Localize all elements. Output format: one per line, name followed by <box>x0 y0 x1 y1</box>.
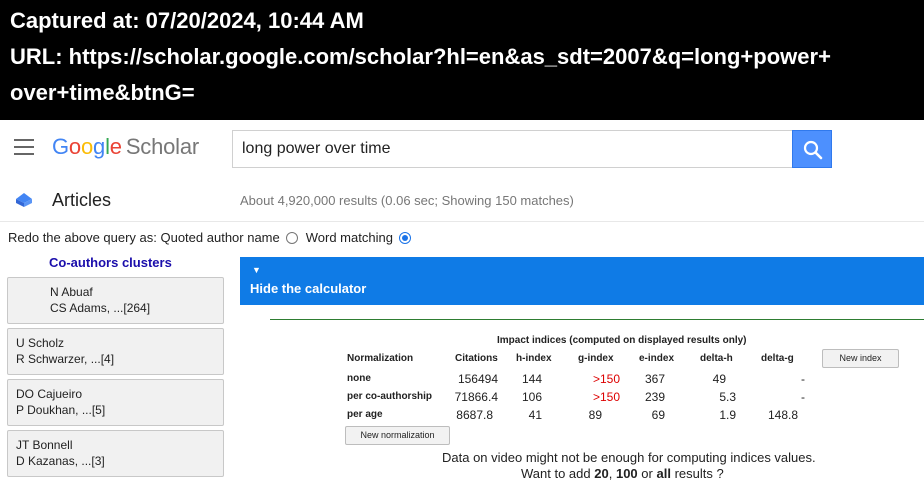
column-header: e-index <box>639 353 675 364</box>
impact-caption: Impact indices (computed on displayed re… <box>497 335 747 346</box>
redo-label: Redo the above query as: Quoted author n… <box>8 230 280 245</box>
cluster-item[interactable]: N Abuaf CS Adams, ...[264] <box>7 277 224 324</box>
cluster-item[interactable]: DO Cajueiro P Doukhan, ...[5] <box>7 379 224 426</box>
hide-calculator-toggle[interactable]: ▼ Hide the calculator <box>240 257 924 305</box>
search-button[interactable] <box>792 130 832 168</box>
column-header: h-index <box>516 353 552 364</box>
impact-calculator: ▼ Hide the calculator Impact indices (co… <box>240 257 924 481</box>
results-subbar: Articles About 4,920,000 results (0.06 s… <box>0 180 924 222</box>
capture-url: URL: https://scholar.google.com/scholar?… <box>10 44 831 69</box>
cluster-item[interactable]: U Scholz R Schwarzer, ...[4] <box>7 328 224 375</box>
articles-icon <box>16 193 32 207</box>
data-warning: Data on video might not be enough for co… <box>442 450 816 465</box>
h-index-value: 144 <box>521 372 542 386</box>
new-normalization-button[interactable]: New normalization <box>345 426 450 445</box>
column-header: g-index <box>578 353 614 364</box>
e-index-value: 69 <box>651 408 665 422</box>
coauthors-clusters-heading[interactable]: Co-authors clusters <box>49 255 172 270</box>
delta-h-value: 1.9 <box>719 408 736 422</box>
cluster-item[interactable]: JT Bonnell D Kazanas, ...[3] <box>7 430 224 477</box>
result-stats: About 4,920,000 results (0.06 sec; Showi… <box>240 193 574 208</box>
quoted-author-radio[interactable] <box>285 231 298 244</box>
column-header: Citations <box>455 353 498 364</box>
triangle-down-icon: ▼ <box>252 265 261 275</box>
e-index-value: 239 <box>644 390 665 404</box>
h-index-value: 106 <box>521 390 542 404</box>
citations-value: 8687.8 <box>456 408 493 422</box>
citations-value: 71866.4 <box>454 390 498 404</box>
g-index-value: >150 <box>592 372 620 386</box>
row-label: per age <box>347 409 383 420</box>
h-index-value: 41 <box>528 408 542 422</box>
add-results-prompt: Want to add 20, 100 or all results ? <box>521 466 724 481</box>
delta-h-value: 49 <box>712 372 726 386</box>
g-index-value: >150 <box>592 390 620 404</box>
google-scholar-logo[interactable]: Google Scholar <box>52 134 199 160</box>
hide-calculator-label: Hide the calculator <box>250 281 367 296</box>
word-matching-label: Word matching <box>305 230 393 245</box>
column-header: Normalization <box>347 353 414 364</box>
scholar-header: Google Scholar long power over time <box>0 120 924 180</box>
row-label: per co-authorship <box>347 391 433 402</box>
delta-g-value: - <box>801 390 805 404</box>
word-matching-radio[interactable] <box>398 231 411 244</box>
menu-icon[interactable] <box>14 139 34 155</box>
add-20-link[interactable]: 20 <box>594 466 608 481</box>
search-icon <box>803 140 823 160</box>
capture-banner: Captured at: 07/20/2024, 10:44 AM URL: h… <box>0 0 924 120</box>
new-index-button[interactable]: New index <box>822 349 899 368</box>
capture-timestamp: Captured at: 07/20/2024, 10:44 AM <box>10 8 364 33</box>
divider <box>270 319 924 320</box>
column-header: delta-g <box>761 353 794 364</box>
redo-query-options: Redo the above query as: Quoted author n… <box>8 230 419 245</box>
add-all-link[interactable]: all <box>656 466 670 481</box>
capture-url-continued: over+time&btnG= <box>10 80 195 105</box>
search-input[interactable]: long power over time <box>232 130 794 168</box>
g-index-value: 89 <box>588 408 602 422</box>
citations-value: 156494 <box>457 372 498 386</box>
section-title[interactable]: Articles <box>52 190 111 211</box>
row-label: none <box>347 373 371 384</box>
delta-g-value: 148.8 <box>767 408 798 422</box>
column-header: delta-h <box>700 353 733 364</box>
delta-h-value: 5.3 <box>719 390 736 404</box>
delta-g-value: - <box>801 372 805 386</box>
add-100-link[interactable]: 100 <box>616 466 638 481</box>
e-index-value: 367 <box>644 372 665 386</box>
